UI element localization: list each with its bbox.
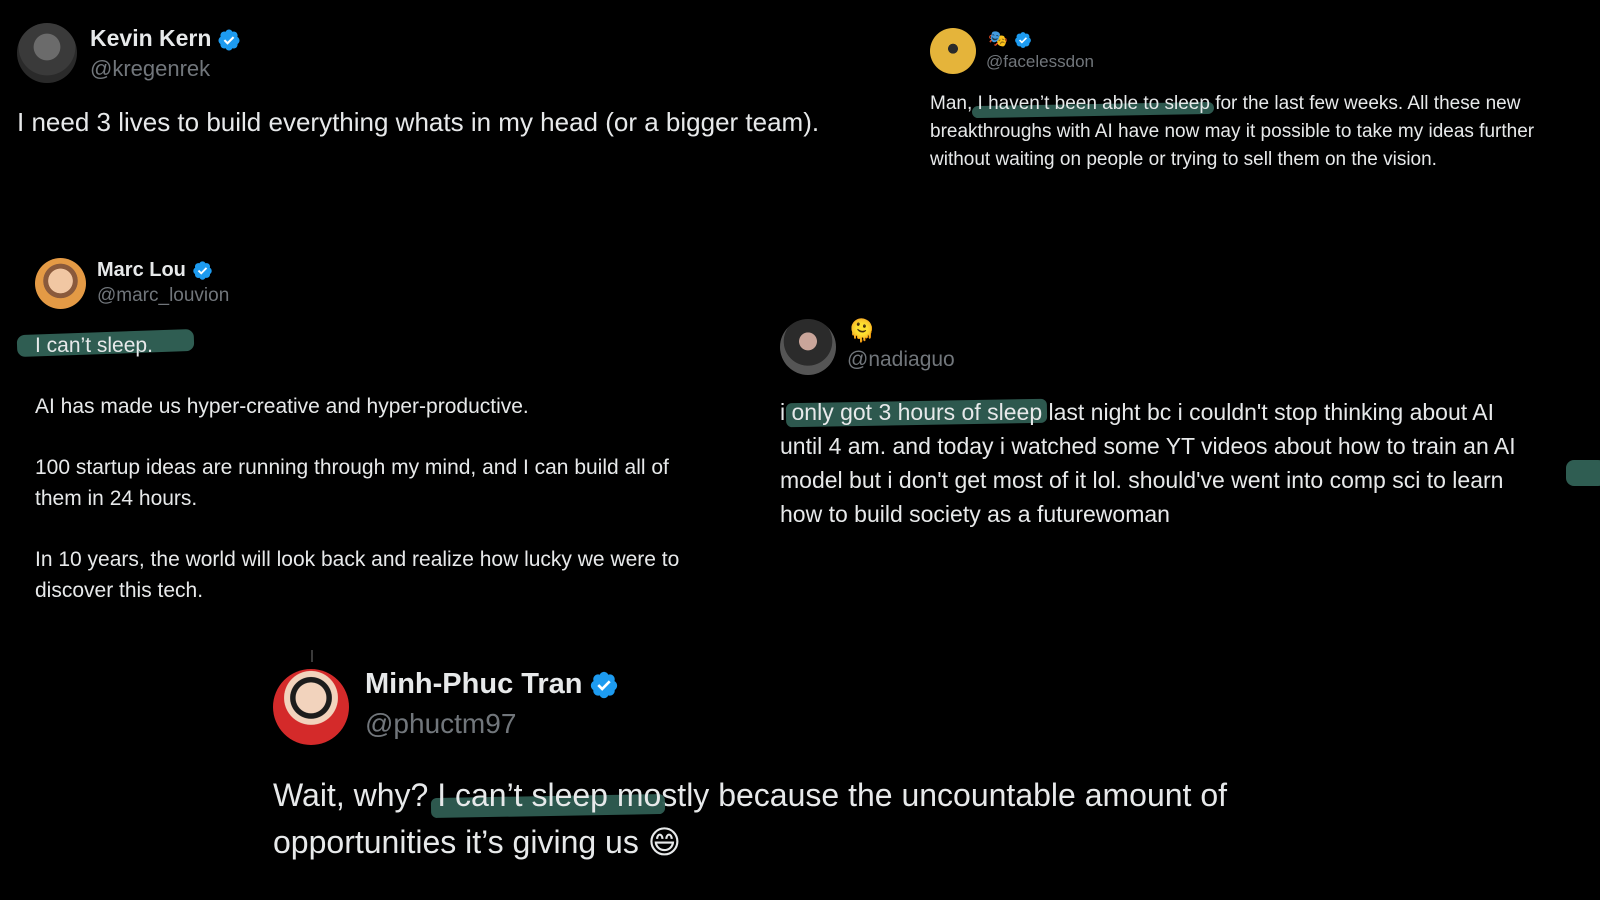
verified-badge-icon <box>589 670 619 700</box>
author-emoji-icon: 🎭 <box>988 31 1008 48</box>
verified-badge-icon <box>1014 31 1032 49</box>
tweet-text: I need 3 lives to build everything whats… <box>17 107 820 137</box>
avatar-nadiaguo[interactable] <box>780 319 836 375</box>
author-name[interactable]: Kevin Kern <box>90 25 211 51</box>
avatar-kevin-kern[interactable] <box>17 23 77 83</box>
highlight-mark: I can’t sleep mo <box>437 777 662 813</box>
tweet-text: Wait, why? I can’t sleep mostly because … <box>273 777 1228 860</box>
highlight-mark: I haven’t been able to sleep <box>977 93 1210 114</box>
avatar-marc-lou[interactable] <box>35 258 86 309</box>
thread-line <box>311 650 313 662</box>
tweet-text: I can’t sleep. AI has made us hyper-crea… <box>35 330 679 606</box>
tweet-text: i only got 3 hours of sleep last night b… <box>780 399 1516 527</box>
verified-badge-icon <box>217 28 241 52</box>
author-handle[interactable]: @facelessdon <box>986 52 1094 72</box>
author-name[interactable]: Minh-Phuc Tran <box>365 668 583 700</box>
author-handle[interactable]: @phuctm97 <box>365 708 516 740</box>
avatar-facelessdon[interactable] <box>930 28 976 74</box>
highlight-mark: I can’t sleep. <box>35 334 153 357</box>
author-emoji-icon: 🫠 <box>848 318 876 343</box>
avatar-minh-phuc-tran[interactable] <box>273 669 349 745</box>
author-handle[interactable]: @nadiaguo <box>847 348 955 372</box>
author-handle[interactable]: @marc_louvion <box>97 285 229 307</box>
verified-badge-icon <box>192 260 213 281</box>
author-handle[interactable]: @kregenrek <box>90 56 210 82</box>
author-name[interactable]: Marc Lou <box>97 259 186 281</box>
tweet-text: Man, I haven’t been able to sleep for th… <box>930 93 1535 170</box>
highlight-mark: only got 3 hours of sleep <box>791 399 1043 425</box>
